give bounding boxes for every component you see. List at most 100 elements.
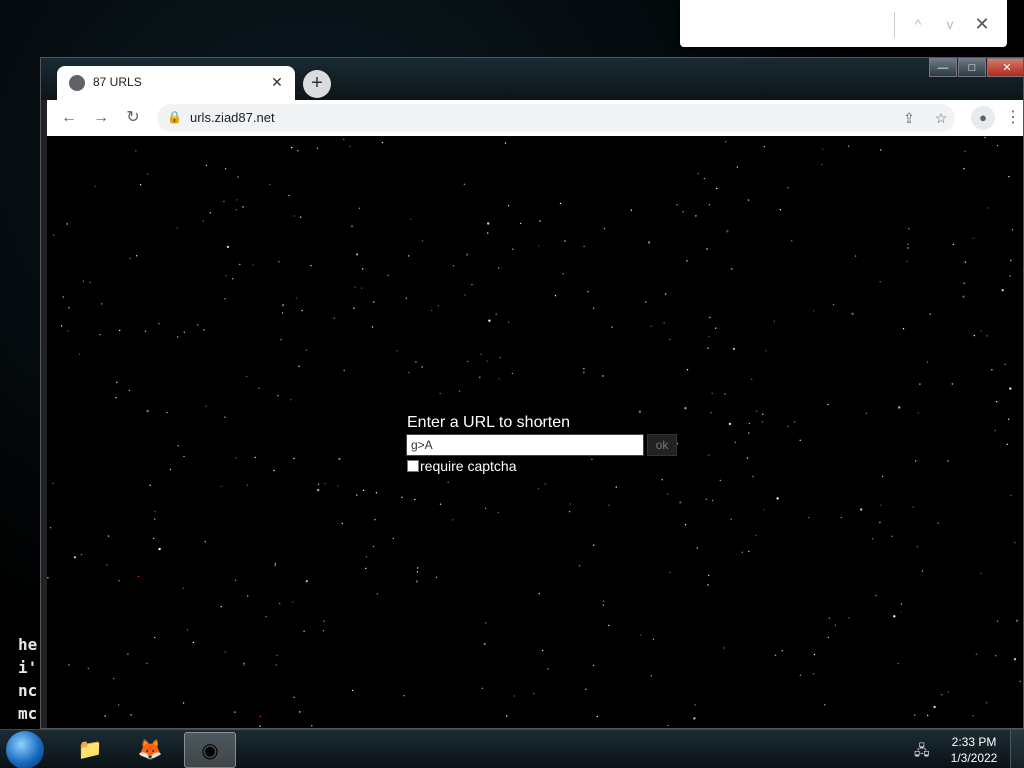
maximize-button[interactable]: □ xyxy=(958,58,986,77)
star-dot xyxy=(847,145,850,147)
reload-icon[interactable]: ↻ xyxy=(121,106,145,130)
star-dot xyxy=(226,245,230,249)
star-dot xyxy=(231,278,234,280)
star-dot xyxy=(154,636,156,639)
tab-close-icon[interactable]: ✕ xyxy=(267,72,287,92)
chrome-icon[interactable]: ◉ xyxy=(184,732,236,768)
start-button[interactable] xyxy=(6,731,44,768)
star-dot xyxy=(410,218,412,220)
star-dot xyxy=(824,704,826,706)
menu-dots-icon[interactable]: ⋮ xyxy=(1005,106,1021,130)
star-dot xyxy=(303,630,305,632)
star-dot xyxy=(669,571,671,574)
star-dot xyxy=(354,286,356,288)
star-dot xyxy=(741,551,743,553)
star-dot xyxy=(707,453,710,457)
find-prev-icon[interactable]: ^ xyxy=(906,12,930,36)
star-dot xyxy=(47,577,49,579)
star-dot xyxy=(686,260,688,262)
star-dot xyxy=(224,168,227,170)
star-dot xyxy=(362,489,365,492)
star-dot xyxy=(1008,176,1010,178)
star-dot xyxy=(650,325,652,327)
star-dot xyxy=(396,350,398,352)
star-dot xyxy=(144,330,147,332)
star-dot xyxy=(293,457,295,460)
star-dot xyxy=(333,317,335,319)
star-dot xyxy=(94,185,96,187)
share-icon[interactable]: ⇪ xyxy=(899,108,919,128)
star-dot xyxy=(875,594,877,597)
firefox-icon[interactable]: 🦊 xyxy=(124,732,176,768)
star-dot xyxy=(813,653,816,656)
star-dot xyxy=(281,304,285,307)
star-dot xyxy=(995,655,997,657)
star-dot xyxy=(154,510,156,513)
star-dot xyxy=(615,486,617,488)
taskbar: 📁 🦊 ◉ 🖧 2:33 PM 1/3/2022 xyxy=(0,729,1024,768)
star-dot xyxy=(504,142,507,144)
star-dot xyxy=(372,545,375,548)
star-dot xyxy=(707,347,709,349)
star-dot xyxy=(706,248,708,250)
star-dot xyxy=(787,425,789,428)
back-arrow-icon[interactable]: ← xyxy=(57,106,81,130)
star-dot xyxy=(154,518,156,520)
star-dot xyxy=(254,456,256,459)
star-dot xyxy=(414,498,416,501)
star-icon[interactable]: ☆ xyxy=(931,108,951,128)
star-dot xyxy=(104,715,106,717)
forward-arrow-icon[interactable]: → xyxy=(89,106,113,130)
star-dot xyxy=(118,704,120,706)
star-dot xyxy=(300,216,302,218)
star-dot xyxy=(68,307,70,309)
star-dot xyxy=(562,273,564,275)
star-dot xyxy=(603,228,606,230)
url-input[interactable] xyxy=(406,434,644,456)
lock-icon[interactable]: 🔒 xyxy=(167,110,182,126)
star-dot xyxy=(275,664,277,666)
find-next-icon[interactable]: v xyxy=(938,12,962,36)
star-dot xyxy=(375,492,378,494)
profile-avatar-icon[interactable]: ● xyxy=(971,106,995,130)
star-dot xyxy=(301,309,303,312)
star-dot xyxy=(791,240,793,242)
show-desktop-button[interactable] xyxy=(1010,730,1024,768)
star-dot xyxy=(439,503,442,505)
new-tab-button[interactable]: + xyxy=(303,70,331,98)
star-dot xyxy=(732,347,736,351)
title-bar: 87 URLS ✕ + — □ ✕ xyxy=(41,58,1023,100)
url-text: urls.ziad87.net xyxy=(190,110,275,125)
system-clock[interactable]: 2:33 PM 1/3/2022 xyxy=(944,734,1004,766)
star-dot xyxy=(755,410,758,412)
star-dot xyxy=(647,241,651,244)
ok-button[interactable]: ok xyxy=(647,434,677,456)
star-dot xyxy=(153,537,155,540)
star-dot xyxy=(736,166,739,168)
file-explorer-icon[interactable]: 📁 xyxy=(64,732,116,768)
address-bar[interactable]: 🔒 urls.ziad87.net ⇪ ☆ xyxy=(157,104,955,132)
star-dot xyxy=(416,567,419,569)
star-dot xyxy=(1019,680,1021,683)
star-dot xyxy=(392,537,394,540)
star-dot xyxy=(602,375,604,377)
star-dot xyxy=(916,546,919,548)
star-dot xyxy=(1009,387,1012,390)
window-close-button[interactable]: ✕ xyxy=(987,58,1023,77)
star-dot xyxy=(353,307,355,309)
star-dot xyxy=(146,662,148,664)
network-icon[interactable]: 🖧 xyxy=(914,740,932,758)
star-dot xyxy=(860,508,863,511)
star-dot xyxy=(99,334,101,336)
star-dot xyxy=(209,212,211,214)
find-close-icon[interactable]: ✕ xyxy=(970,12,994,36)
star-dot xyxy=(900,603,903,605)
tab-87-urls[interactable]: 87 URLS ✕ xyxy=(57,66,295,100)
find-input[interactable] xyxy=(692,10,892,38)
star-dot xyxy=(1011,229,1014,231)
star-dot xyxy=(947,460,949,462)
star-dot xyxy=(280,339,282,341)
star-dot xyxy=(293,215,295,217)
require-captcha-checkbox[interactable] xyxy=(407,460,419,472)
minimize-button[interactable]: — xyxy=(929,58,957,77)
